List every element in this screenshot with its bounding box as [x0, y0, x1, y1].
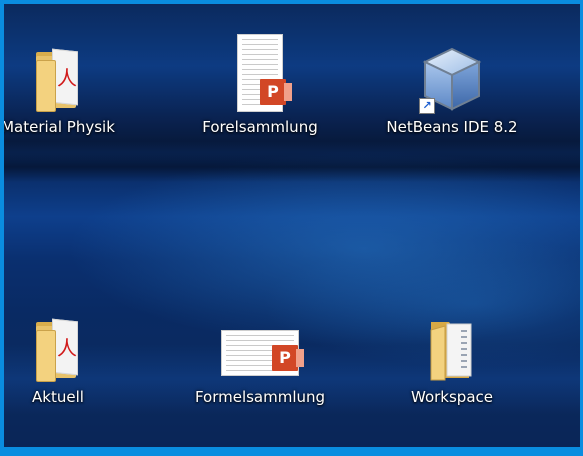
- desktop-icon-workspace[interactable]: Workspace: [372, 302, 532, 422]
- desktop-icon-material-physik[interactable]: 人 Material Physik: [4, 32, 138, 152]
- icon-label: NetBeans IDE 8.2: [386, 118, 518, 136]
- icon-label: Aktuell: [32, 388, 84, 406]
- shortcut-arrow-icon: ↗: [419, 98, 435, 114]
- desktop-icon-aktuell[interactable]: 人 Aktuell: [4, 302, 138, 422]
- desktop-icon-formelsammlung[interactable]: P Formelsammlung: [180, 302, 340, 422]
- desktop[interactable]: 人 Material Physik P Forelsammlung ↗ NetB…: [4, 4, 580, 447]
- powerpoint-document-icon: P: [220, 32, 300, 112]
- icon-label: Formelsammlung: [194, 388, 326, 406]
- pdf-folder-icon: 人: [18, 32, 98, 112]
- desktop-icon-forelsammlung[interactable]: P Forelsammlung: [180, 32, 340, 152]
- pdf-folder-icon: 人: [18, 302, 98, 382]
- powerpoint-document-icon: P: [220, 302, 304, 382]
- pdf-mark: 人: [57, 66, 77, 90]
- powerpoint-badge: P: [272, 345, 304, 371]
- folder-icon: [412, 302, 492, 382]
- pdf-mark: 人: [57, 336, 77, 360]
- powerpoint-badge: P: [260, 79, 292, 105]
- wallpaper-shadow: [4, 152, 580, 182]
- netbeans-cube-icon: ↗: [412, 32, 492, 114]
- icon-label: Material Physik: [4, 118, 115, 136]
- desktop-icon-netbeans[interactable]: ↗ NetBeans IDE 8.2: [372, 32, 532, 152]
- icon-label: Workspace: [411, 388, 493, 406]
- icon-label: Forelsammlung: [202, 118, 318, 136]
